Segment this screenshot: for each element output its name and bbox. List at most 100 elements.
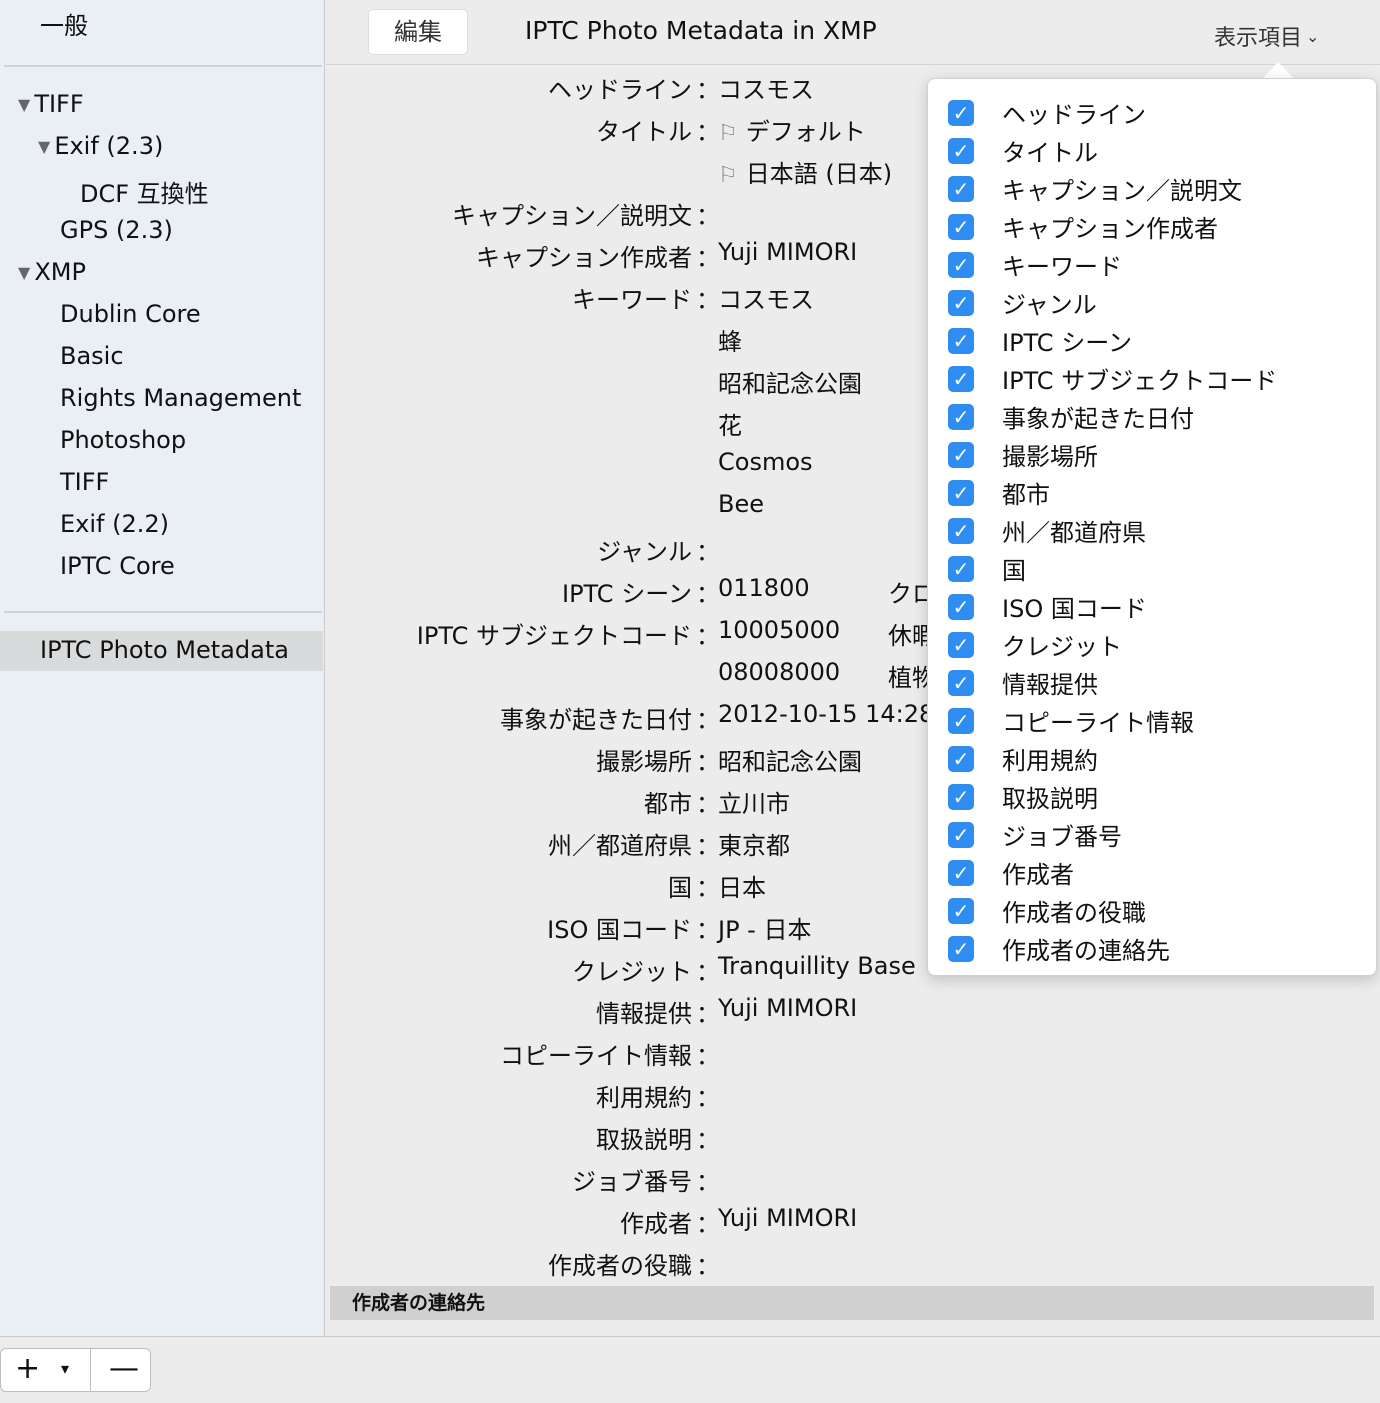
keyword-value[interactable]: 蜂 (718, 322, 742, 357)
field-value[interactable]: ⚐ デフォルト (718, 112, 866, 147)
checkbox-checked-icon[interactable]: ✓ (948, 555, 974, 582)
checkbox-checked-icon[interactable]: ✓ (948, 99, 974, 126)
field-value[interactable]: Yuji MIMORI (718, 238, 857, 266)
chevron-down-icon[interactable]: ▾ (61, 1359, 69, 1378)
display-item-label: 利用規約 (1002, 747, 1098, 775)
field-label: 作成者： (620, 1210, 720, 1238)
display-item-label: 情報提供 (1002, 671, 1098, 699)
keyword-value[interactable]: コスモス (718, 280, 814, 315)
display-item-checkbox-row[interactable]: ✓ タイトル (948, 133, 1098, 167)
checkbox-checked-icon[interactable]: ✓ (948, 289, 974, 316)
checkbox-checked-icon[interactable]: ✓ (948, 897, 974, 924)
keyword-value[interactable]: Cosmos (718, 448, 813, 476)
field-value[interactable]: Yuji MIMORI (718, 1204, 857, 1232)
sidebar-item-photoshop[interactable]: Photoshop (60, 426, 186, 454)
field-value[interactable]: 2012-10-15 14:28 (718, 700, 934, 728)
checkbox-checked-icon[interactable]: ✓ (948, 403, 974, 430)
checkbox-checked-icon[interactable]: ✓ (948, 213, 974, 240)
display-item-label: IPTC シーン (1002, 329, 1132, 357)
disclosure-triangle-icon[interactable]: ▼ (38, 137, 50, 156)
keyword-value[interactable]: 花 (718, 406, 742, 441)
display-item-checkbox-row[interactable]: ✓ 作成者 (948, 855, 1074, 889)
checkbox-checked-icon[interactable]: ✓ (948, 479, 974, 506)
display-item-checkbox-row[interactable]: ✓ ヘッドライン (948, 95, 1146, 129)
checkbox-checked-icon[interactable]: ✓ (948, 783, 974, 810)
display-item-checkbox-row[interactable]: ✓ コピーライト情報 (948, 703, 1194, 737)
display-item-label: ジョブ番号 (1002, 823, 1122, 851)
checkbox-checked-icon[interactable]: ✓ (948, 859, 974, 886)
sidebar-item-xmp-tiff[interactable]: TIFF (60, 468, 109, 496)
sidebar-item-exif-23[interactable]: ▼ Exif (2.3) (38, 132, 163, 160)
display-items-menu[interactable]: 表示項目 ⌄ (1214, 20, 1319, 52)
disclosure-triangle-icon[interactable]: ▼ (18, 263, 30, 282)
display-item-checkbox-row[interactable]: ✓ ISO 国コード (948, 589, 1147, 623)
display-item-checkbox-row[interactable]: ✓ クレジット (948, 627, 1122, 661)
checkbox-checked-icon[interactable]: ✓ (948, 935, 974, 962)
field-value[interactable]: 日本 (718, 868, 766, 903)
field-value[interactable]: コスモス (718, 70, 814, 105)
display-item-checkbox-row[interactable]: ✓ ジャンル (948, 285, 1097, 319)
checkbox-checked-icon[interactable]: ✓ (948, 251, 974, 278)
display-item-checkbox-row[interactable]: ✓ キャプション／説明文 (948, 171, 1242, 205)
display-item-checkbox-row[interactable]: ✓ 事象が起きた日付 (948, 399, 1194, 433)
field-label: ジャンル： (597, 538, 720, 566)
checkbox-checked-icon[interactable]: ✓ (948, 593, 974, 620)
display-item-checkbox-row[interactable]: ✓ 情報提供 (948, 665, 1098, 699)
checkbox-checked-icon[interactable]: ✓ (948, 821, 974, 848)
clipped-row (630, 1328, 1370, 1334)
field-value[interactable]: 10005000 (718, 616, 840, 644)
checkbox-checked-icon[interactable]: ✓ (948, 441, 974, 468)
checkbox-checked-icon[interactable]: ✓ (948, 631, 974, 658)
checkbox-checked-icon[interactable]: ✓ (948, 365, 974, 392)
keyword-value[interactable]: Bee (718, 490, 764, 518)
display-item-checkbox-row[interactable]: ✓ 州／都道府県 (948, 513, 1146, 547)
add-icon[interactable]: + (15, 1351, 40, 1386)
field-value[interactable]: 011800 (718, 574, 810, 602)
checkbox-checked-icon[interactable]: ✓ (948, 175, 974, 202)
display-item-checkbox-row[interactable]: ✓ 作成者の役職 (948, 893, 1146, 927)
display-item-checkbox-row[interactable]: ✓ ジョブ番号 (948, 817, 1122, 851)
checkbox-checked-icon[interactable]: ✓ (948, 517, 974, 544)
display-item-checkbox-row[interactable]: ✓ キャプション作成者 (948, 209, 1218, 243)
sidebar-item-basic[interactable]: Basic (60, 342, 124, 370)
sidebar-item-tiff[interactable]: ▼ TIFF (18, 90, 84, 118)
checkbox-checked-icon[interactable]: ✓ (948, 745, 974, 772)
display-item-checkbox-row[interactable]: ✓ IPTC サブジェクトコード (948, 361, 1277, 395)
field-value[interactable]: 東京都 (718, 826, 790, 861)
sidebar-item-rights-management[interactable]: Rights Management (60, 384, 301, 412)
sidebar-item-iptc-photo-metadata[interactable]: IPTC Photo Metadata (40, 636, 289, 664)
field-value[interactable]: 昭和記念公園 (718, 742, 862, 777)
display-item-checkbox-row[interactable]: ✓ 利用規約 (948, 741, 1098, 775)
display-item-checkbox-row[interactable]: ✓ 国 (948, 551, 1026, 585)
checkbox-checked-icon[interactable]: ✓ (948, 707, 974, 734)
display-item-checkbox-row[interactable]: ✓ 撮影場所 (948, 437, 1098, 471)
field-value[interactable]: 立川市 (718, 784, 790, 819)
field-value[interactable]: Tranquillity Base (718, 952, 916, 980)
disclosure-triangle-icon[interactable]: ▼ (18, 95, 30, 114)
display-item-checkbox-row[interactable]: ✓ IPTC シーン (948, 323, 1132, 357)
checkbox-checked-icon[interactable]: ✓ (948, 137, 974, 164)
display-item-checkbox-row[interactable]: ✓ キーワード (948, 247, 1122, 281)
checkbox-checked-icon[interactable]: ✓ (948, 669, 974, 696)
display-item-checkbox-row[interactable]: ✓ 作成者の連絡先 (948, 931, 1170, 965)
sidebar-divider (4, 65, 322, 67)
display-item-checkbox-row[interactable]: ✓ 都市 (948, 475, 1050, 509)
display-item-checkbox-row[interactable]: ✓ 取扱説明 (948, 779, 1098, 813)
checkbox-checked-icon[interactable]: ✓ (948, 327, 974, 354)
sidebar-item-iptc-core[interactable]: IPTC Core (60, 552, 175, 580)
sidebar-item-xmp[interactable]: ▼ XMP (18, 258, 86, 286)
sidebar-item-gps[interactable]: GPS (2.3) (60, 216, 173, 244)
remove-icon[interactable]: — (109, 1351, 139, 1386)
sidebar-item-dublin-core[interactable]: Dublin Core (60, 300, 201, 328)
sidebar-item-general[interactable]: 一般 (40, 6, 88, 41)
divider (90, 1349, 91, 1391)
edit-button[interactable]: 編集 (368, 9, 468, 55)
field-value[interactable]: ⚐ 日本語 (日本) (718, 154, 892, 189)
keyword-value[interactable]: 昭和記念公園 (718, 364, 862, 399)
field-label: キーワード： (572, 286, 720, 314)
field-value[interactable]: Yuji MIMORI (718, 994, 857, 1022)
sidebar-item-dcf[interactable]: DCF 互換性 (80, 174, 209, 209)
field-value[interactable]: JP - 日本 (718, 910, 811, 945)
field-value[interactable]: 08008000 (718, 658, 840, 686)
sidebar-item-exif-22[interactable]: Exif (2.2) (60, 510, 169, 538)
